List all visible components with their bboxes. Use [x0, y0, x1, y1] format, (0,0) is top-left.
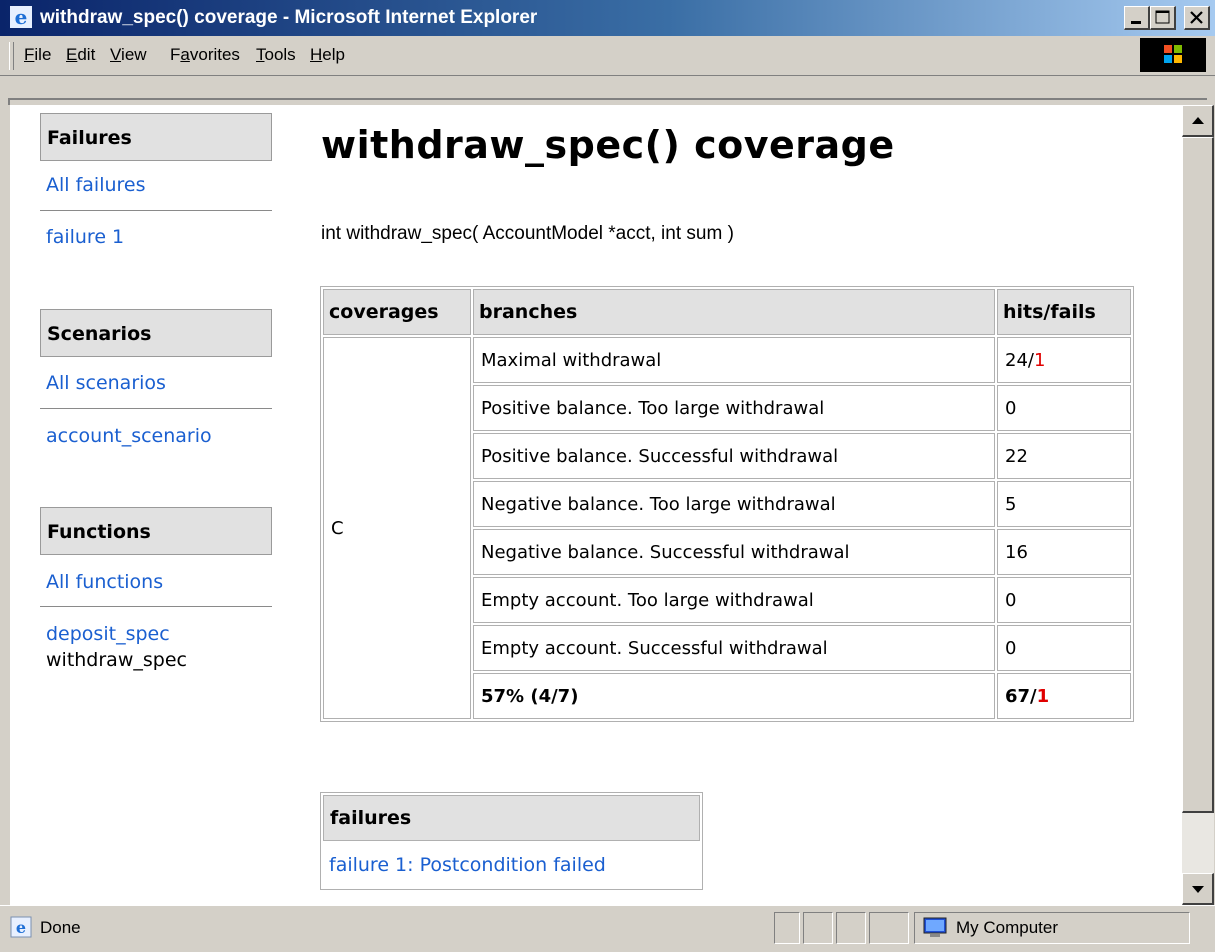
menu-tools-label: Tools	[256, 45, 296, 64]
branch-cell: Empty account. Too large withdrawal	[473, 577, 995, 623]
menu-help[interactable]: Help	[310, 36, 345, 74]
branch-cell: Empty account. Successful withdrawal	[473, 625, 995, 671]
col-header-failures: failures	[323, 795, 700, 841]
col-header-branches: branches	[473, 289, 995, 335]
page-content: Failures All failures failure 1 Scenario…	[10, 105, 1182, 905]
total-fails-value: 1	[1036, 685, 1050, 707]
hits-value: 24/	[1005, 349, 1034, 371]
hits-cell: 0	[997, 577, 1131, 623]
scrollbar-thumb[interactable]	[1182, 137, 1214, 813]
menu-help-label: Help	[310, 45, 345, 64]
total-hits-cell: 67/1	[997, 673, 1131, 719]
maximize-icon	[1155, 10, 1170, 24]
status-panel	[803, 912, 833, 944]
table-header-row: coverages branches hits/fails	[323, 289, 1131, 335]
page-done-icon: e	[10, 916, 32, 938]
menu-bar: File Edit View Favorites Tools Help	[0, 36, 1215, 76]
sidebar-divider	[40, 210, 272, 211]
status-panel	[774, 912, 800, 944]
status-panel	[869, 912, 909, 944]
branch-cell: Positive balance. Too large withdrawal	[473, 385, 995, 431]
hits-cell: 16	[997, 529, 1131, 575]
coverage-table: coverages branches hits/fails C Maximal …	[320, 286, 1134, 722]
minimize-button[interactable]	[1124, 6, 1150, 30]
menu-view-label: View	[110, 45, 147, 64]
table-header-row: failures	[323, 795, 700, 841]
sidebar-link-failure-1[interactable]: failure 1	[46, 225, 124, 249]
sidebar-functions-heading: Functions	[40, 507, 272, 555]
branch-cell: Maximal withdrawal	[473, 337, 995, 383]
branch-cell: Negative balance. Successful withdrawal	[473, 529, 995, 575]
sidebar-divider	[40, 408, 272, 409]
menu-view[interactable]: View	[110, 36, 147, 74]
branch-cell: Negative balance. Too large withdrawal	[473, 481, 995, 527]
hits-cell: 24/1	[997, 337, 1131, 383]
close-icon	[1190, 11, 1203, 24]
minimize-icon	[1131, 21, 1141, 24]
status-bar: e Done My Computer	[0, 905, 1215, 952]
page-title: withdraw_spec() coverage	[321, 123, 895, 167]
menu-favorites[interactable]: Favorites	[170, 36, 240, 74]
status-text: Done	[40, 918, 81, 937]
internet-explorer-icon: e	[10, 5, 32, 29]
window-title: withdraw_spec() coverage - Microsoft Int…	[40, 7, 538, 28]
toolbar-grip[interactable]	[9, 42, 14, 70]
sidebar-link-deposit-spec[interactable]: deposit_spec	[46, 622, 170, 646]
sidebar-current-function: withdraw_spec	[46, 649, 187, 671]
scroll-up-button[interactable]	[1182, 105, 1214, 137]
sidebar-scenarios-heading: Scenarios	[40, 309, 272, 357]
menu-file-label: File	[24, 45, 52, 64]
hits-cell: 0	[997, 625, 1131, 671]
close-button[interactable]	[1184, 6, 1210, 30]
col-header-hits-fails: hits/fails	[997, 289, 1131, 335]
sidebar-failures-heading: Failures	[40, 113, 272, 161]
svg-text:e: e	[16, 918, 26, 937]
menu-edit[interactable]: Edit	[66, 36, 95, 74]
table-row: C Maximal withdrawal 24/1	[323, 337, 1131, 719]
menu-edit-label: Edit	[66, 45, 96, 64]
hits-cell: 5	[997, 481, 1131, 527]
sidebar-link-account-scenario[interactable]: account_scenario	[46, 424, 212, 448]
status-panel	[836, 912, 866, 944]
hits-cell: 0	[997, 385, 1131, 431]
menu-favorites-label: Favorites	[170, 45, 240, 64]
security-zone-label: My Computer	[956, 918, 1059, 937]
hits-cell: 22	[997, 433, 1131, 479]
arrow-up-icon	[1192, 117, 1204, 124]
sidebar-divider	[40, 606, 272, 607]
branch-cell: Positive balance. Successful withdrawal	[473, 433, 995, 479]
failures-table: failures failure 1: Postcondition failed	[320, 792, 703, 890]
failure-link[interactable]: failure 1: Postcondition failed	[323, 843, 700, 887]
sidebar-link-all-functions[interactable]: All functions	[46, 570, 163, 594]
scroll-down-button[interactable]	[1182, 873, 1214, 905]
menu-tools[interactable]: Tools	[256, 36, 296, 74]
col-header-coverages: coverages	[323, 289, 471, 335]
sidebar-link-all-scenarios[interactable]: All scenarios	[46, 371, 166, 395]
fails-value: 1	[1033, 349, 1046, 371]
svg-text:e: e	[15, 5, 28, 29]
total-hits-value: 67/	[1005, 685, 1037, 707]
menu-file[interactable]: File	[24, 36, 51, 74]
arrow-down-icon	[1192, 886, 1204, 893]
coverage-name-cell: C	[323, 337, 471, 719]
title-bar[interactable]: e withdraw_spec() coverage - Microsoft I…	[0, 0, 1215, 36]
total-coverage-cell: 57% (4/7)	[473, 673, 995, 719]
table-row: failure 1: Postcondition failed	[323, 843, 700, 887]
function-signature: int withdraw_spec( AccountModel *acct, i…	[321, 223, 734, 244]
vertical-scrollbar[interactable]	[1182, 105, 1214, 905]
maximize-button[interactable]	[1150, 6, 1176, 30]
my-computer-icon	[923, 917, 947, 937]
content-frame-border	[0, 76, 1215, 105]
sidebar-link-all-failures[interactable]: All failures	[46, 173, 146, 197]
windows-logo-icon	[1140, 38, 1206, 72]
